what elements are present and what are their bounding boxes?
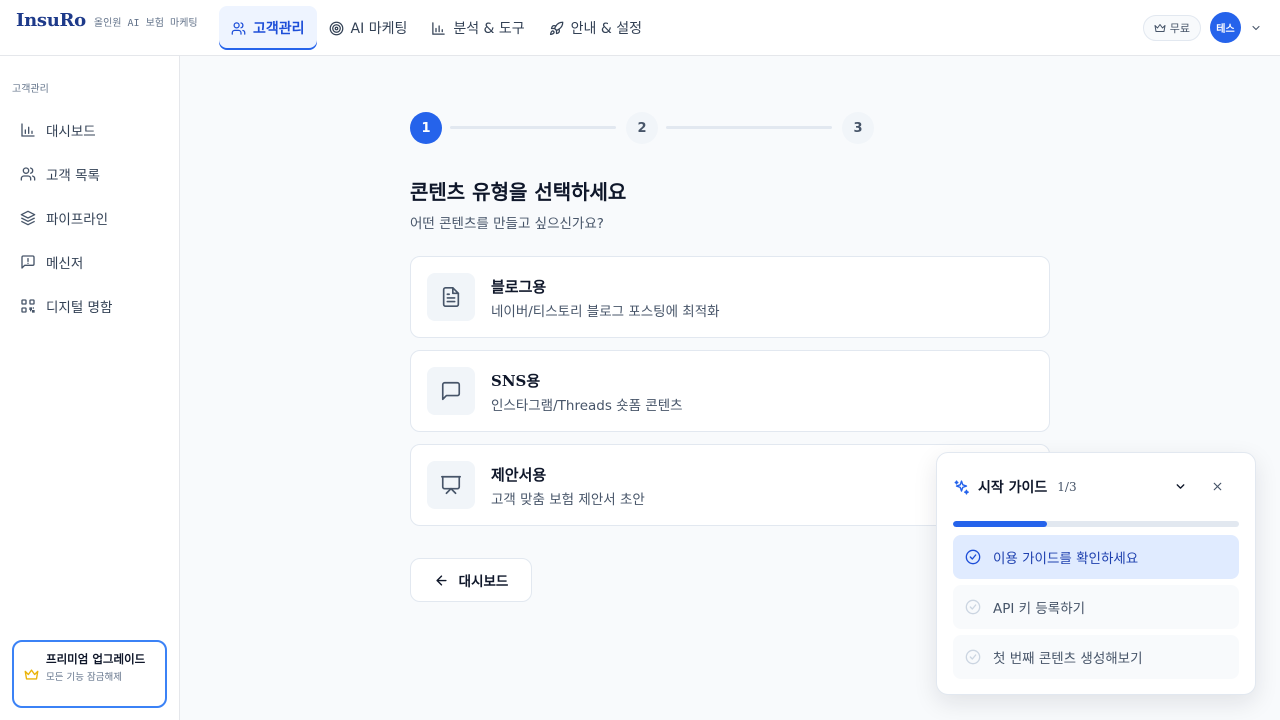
option-description: 고객 맞춤 보험 제안서 초안 [491,492,645,508]
header-actions: 무료 테스 [1142,12,1262,43]
guide-step-count: 1/3 [1057,480,1077,494]
sidebar-item-label: 디지털 명함 [46,300,113,316]
user-avatar[interactable]: 테스 [1210,12,1241,43]
nav-label: AI 마케팅 [350,21,408,37]
option-title: 블로그용 [491,278,547,296]
sidebar-section-label: 고객관리 [12,84,49,95]
sidebar-item-pipeline[interactable]: 파이프라인 [8,196,172,240]
bar-chart-icon [431,21,446,36]
nav-guide-settings[interactable]: 안내 & 설정 [537,6,654,50]
guide-progress-bar [953,521,1239,527]
brand-tagline: 올인원 AI 보험 마케팅 [93,18,198,29]
rocket-icon [549,21,564,36]
step-connector [450,126,616,129]
guide-title: 시작 가이드 [978,480,1048,496]
sidebar-item-label: 파이프라인 [46,212,109,228]
brand-logo: InsuRo [16,10,86,31]
presentation-icon [427,461,475,509]
step-3: 3 [842,112,874,144]
bar-chart-icon [20,122,36,138]
option-blog[interactable]: 블로그용 네이버/티스토리 블로그 포스팅에 최적화 [410,256,1050,338]
crown-icon [1154,22,1166,34]
nav-label: 고객관리 [253,21,305,37]
sidebar-menu: 대시보드 고객 목록 파이프라인 메신저 디지털 명함 [8,108,172,328]
qr-code-icon [20,298,36,314]
sidebar-item-digital-card[interactable]: 디지털 명함 [8,284,172,328]
guide-item-label: 첫 번째 콘텐츠 생성해보기 [993,651,1143,667]
sidebar-item-label: 고객 목록 [46,168,100,184]
option-title: SNS용 [491,370,540,391]
guide-header: 시작 가이드 1/3 [953,477,1077,497]
plan-badge[interactable]: 무료 [1142,14,1201,41]
back-to-dashboard-button[interactable]: 대시보드 [410,558,532,602]
check-circle-icon [965,649,981,665]
option-title-suffix: 용 [526,372,541,390]
nav-label: 안내 & 설정 [570,21,643,37]
layers-icon [20,210,36,226]
target-icon [329,21,344,36]
premium-upgrade-button[interactable]: 프리미엄 업그레이드 모든 기능 잠금해제 [12,640,167,708]
guide-item-register-api-key[interactable]: API 키 등록하기 [953,585,1239,629]
guide-progress-fill [953,521,1048,527]
close-icon [1211,480,1224,493]
option-description: 인스타그램/Threads 숏폼 콘텐츠 [491,398,683,414]
back-button-label: 대시보드 [458,574,509,590]
guide-item-label: API 키 등록하기 [993,601,1086,617]
guide-close-button[interactable] [1206,475,1228,497]
sidebar-item-label: 대시보드 [46,124,96,140]
nav-customer-management[interactable]: 고객관리 [219,6,317,50]
users-icon [20,166,36,182]
nav-label: 분석 & 도구 [453,21,525,37]
brand[interactable]: InsuRo 올인원 AI 보험 마케팅 [16,10,198,31]
option-description: 네이버/티스토리 블로그 포스팅에 최적화 [491,304,720,320]
start-guide-panel: 시작 가이드 1/3 이용 가이드를 확인하세요 API 키 등록하기 첫 번째… [936,452,1256,695]
users-icon [231,21,246,36]
premium-title: 프리미엄 업그레이드 [46,652,146,666]
nav-analytics-tools[interactable]: 분석 & 도구 [419,6,536,50]
option-title: 제안서용 [491,466,547,484]
step-1: 1 [410,112,442,144]
chevron-down-icon [1174,480,1187,493]
sidebar-item-label: 메신저 [46,256,84,272]
sidebar: 고객관리 대시보드 고객 목록 파이프라인 메신저 디지털 명함 프리미엄 업그… [0,56,180,720]
page-subtitle: 어떤 콘텐츠를 만들고 싶으신가요? [410,216,604,232]
nav-ai-marketing[interactable]: AI 마케팅 [317,6,420,50]
top-bar: InsuRo 올인원 AI 보험 마케팅 고객관리 AI 마케팅 분석 & 도구 [0,0,1280,56]
arrow-left-icon [434,573,449,588]
message-square-icon [427,367,475,415]
guide-collapse-button[interactable] [1169,475,1191,497]
file-text-icon [427,273,475,321]
crown-icon [24,667,39,682]
sparkles-icon [953,479,970,496]
page-title: 콘텐츠 유형을 선택하세요 [410,180,627,204]
step-2: 2 [626,112,658,144]
premium-subtitle: 모든 기능 잠금해제 [46,672,122,683]
option-title-latin: SNS [491,372,527,390]
step-connector [666,126,832,129]
check-circle-icon [965,549,981,565]
guide-item-first-content[interactable]: 첫 번째 콘텐츠 생성해보기 [953,635,1239,679]
guide-item-label: 이용 가이드를 확인하세요 [993,551,1139,567]
main-nav: 고객관리 AI 마케팅 분석 & 도구 안내 & 설정 [219,6,654,50]
sidebar-item-messenger[interactable]: 메신저 [8,240,172,284]
sidebar-item-dashboard[interactable]: 대시보드 [8,108,172,152]
plan-label: 무료 [1169,21,1190,35]
option-sns[interactable]: SNS용 인스타그램/Threads 숏폼 콘텐츠 [410,350,1050,432]
check-circle-icon [965,599,981,615]
sidebar-item-customer-list[interactable]: 고객 목록 [8,152,172,196]
chevron-down-icon[interactable] [1250,22,1262,34]
guide-item-read-guide[interactable]: 이용 가이드를 확인하세요 [953,535,1239,579]
message-alert-icon [20,254,36,270]
